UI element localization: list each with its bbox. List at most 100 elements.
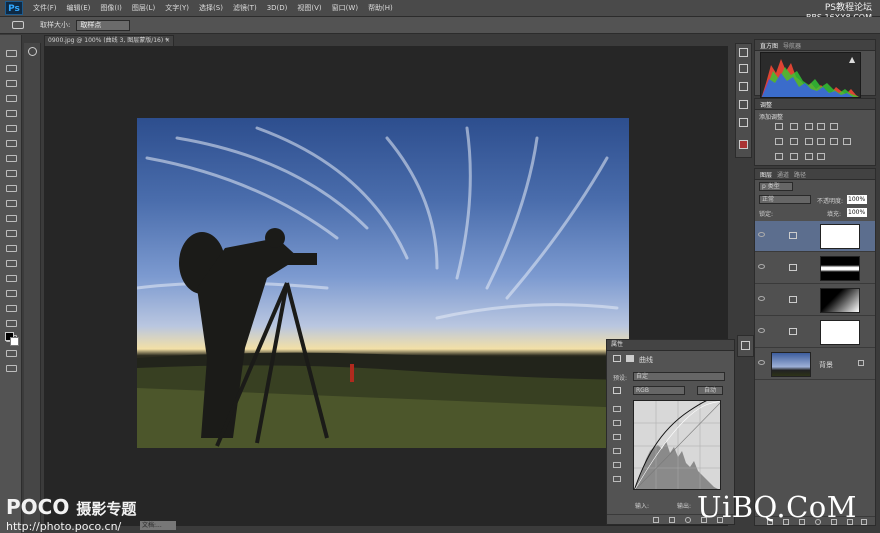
eyedropper-tool-icon[interactable] xyxy=(12,21,24,29)
posterize-icon[interactable] xyxy=(790,153,798,160)
visibility-eye-icon[interactable] xyxy=(758,264,765,269)
menu-image[interactable]: 图像(I) xyxy=(100,3,122,13)
lasso-tool-icon[interactable] xyxy=(6,80,17,87)
levels-icon[interactable] xyxy=(790,123,798,130)
tab-paths[interactable]: 路径 xyxy=(794,170,806,179)
tab-adjustments[interactable]: 调整 xyxy=(760,100,772,109)
tab-navigator[interactable]: 导航器 xyxy=(783,41,801,50)
hue-saturation-icon[interactable] xyxy=(790,138,798,145)
pen-tool-icon[interactable] xyxy=(6,260,17,267)
layer-mask-thumbnail[interactable] xyxy=(820,288,860,313)
background-color-swatch[interactable] xyxy=(10,337,19,346)
tool-preset-icon[interactable] xyxy=(739,140,748,149)
move-tool-icon[interactable] xyxy=(6,50,17,57)
close-icon[interactable]: × xyxy=(165,36,170,46)
tab-histogram[interactable]: 直方图 xyxy=(760,41,778,50)
edit-points-icon[interactable] xyxy=(613,462,621,468)
opacity-input[interactable]: 100% xyxy=(847,195,867,204)
quick-mask-icon[interactable] xyxy=(6,350,17,357)
visibility-eye-icon[interactable] xyxy=(758,232,765,237)
menu-3d[interactable]: 3D(D) xyxy=(267,4,288,12)
layer-background[interactable]: 背景 xyxy=(755,349,875,380)
white-point-eyedropper-icon[interactable] xyxy=(613,448,621,454)
preset-select[interactable]: 自定 xyxy=(633,372,725,381)
layer-curves-2[interactable] xyxy=(755,253,875,284)
info-icon[interactable] xyxy=(28,47,37,56)
history-icon[interactable] xyxy=(739,48,748,57)
tab-channels[interactable]: 通道 xyxy=(777,170,789,179)
tab-layers[interactable]: 图层 xyxy=(760,170,772,179)
background-thumbnail[interactable] xyxy=(771,352,811,377)
curves-icon[interactable] xyxy=(805,123,813,130)
quick-select-tool-icon[interactable] xyxy=(6,95,17,102)
threshold-icon[interactable] xyxy=(805,153,813,160)
eyedropper-icon[interactable] xyxy=(6,125,17,132)
draw-curve-icon[interactable] xyxy=(613,476,621,482)
layer-levels[interactable] xyxy=(755,317,875,348)
path-select-icon[interactable] xyxy=(6,290,17,297)
selective-color-icon[interactable] xyxy=(817,153,825,160)
vibrance-icon[interactable] xyxy=(775,138,783,145)
menu-help[interactable]: 帮助(H) xyxy=(368,3,393,13)
channel-mixer-icon[interactable] xyxy=(843,138,851,145)
black-white-icon[interactable] xyxy=(817,138,825,145)
blend-mode-select[interactable]: 正常 xyxy=(759,195,811,204)
view-previous-icon[interactable] xyxy=(669,517,675,523)
sample-size-select[interactable]: 取样点 xyxy=(76,19,131,31)
eyedropper-sample-icon[interactable] xyxy=(613,387,621,394)
gradient-map-icon[interactable] xyxy=(830,123,838,130)
visibility-eye-icon[interactable] xyxy=(758,328,765,333)
menu-edit[interactable]: 编辑(E) xyxy=(67,3,91,13)
hand-tool-icon[interactable] xyxy=(6,320,17,327)
gray-point-eyedropper-icon[interactable] xyxy=(613,434,621,440)
exposure-icon[interactable] xyxy=(817,123,825,130)
document-tab[interactable]: 0900.jpg @ 100% (曲线 3, 图层蒙版/16) * × xyxy=(44,35,174,46)
gradient-tool-icon[interactable] xyxy=(6,215,17,222)
brightness-icon[interactable] xyxy=(775,123,783,130)
blur-tool-icon[interactable] xyxy=(6,230,17,237)
healing-brush-icon[interactable] xyxy=(6,140,17,147)
menu-select[interactable]: 选择(S) xyxy=(199,3,223,13)
auto-button[interactable]: 自动 xyxy=(697,386,723,395)
black-point-eyedropper-icon[interactable] xyxy=(613,420,621,426)
dodge-tool-icon[interactable] xyxy=(6,245,17,252)
properties-icon[interactable] xyxy=(741,341,750,350)
clone-source-icon[interactable] xyxy=(739,100,748,109)
history-brush-icon[interactable] xyxy=(6,185,17,192)
menu-type[interactable]: 文字(Y) xyxy=(165,3,189,13)
menu-view[interactable]: 视图(V) xyxy=(297,3,321,13)
menu-filter[interactable]: 滤镜(T) xyxy=(233,3,257,13)
marquee-tool-icon[interactable] xyxy=(6,65,17,72)
crop-tool-icon[interactable] xyxy=(6,110,17,117)
brush-preset-icon[interactable] xyxy=(739,82,748,91)
mask-icon[interactable] xyxy=(626,355,634,362)
layer-mask-thumbnail[interactable] xyxy=(820,224,860,249)
invert-icon[interactable] xyxy=(775,153,783,160)
menu-window[interactable]: 窗口(W) xyxy=(332,3,358,13)
reset-icon[interactable] xyxy=(685,517,691,523)
visibility-eye-icon[interactable] xyxy=(758,360,765,365)
eraser-tool-icon[interactable] xyxy=(6,200,17,207)
brush-tool-icon[interactable] xyxy=(6,155,17,162)
layer-mask-thumbnail[interactable] xyxy=(820,320,860,345)
layer-kind-filter[interactable]: p 类型 xyxy=(759,182,793,191)
menu-layer[interactable]: 图层(L) xyxy=(132,3,155,13)
menu-file[interactable]: 文件(F) xyxy=(33,3,57,13)
clip-to-layer-icon[interactable] xyxy=(653,517,659,523)
channel-select[interactable]: RGB xyxy=(633,386,685,395)
on-image-adjust-icon[interactable] xyxy=(613,406,621,412)
color-balance-icon[interactable] xyxy=(805,138,813,145)
actions-icon[interactable] xyxy=(739,64,748,73)
visibility-eye-icon[interactable] xyxy=(758,296,765,301)
type-tool-icon[interactable] xyxy=(6,275,17,282)
fill-input[interactable]: 100% xyxy=(847,208,867,217)
shape-tool-icon[interactable] xyxy=(6,305,17,312)
layer-mask-thumbnail[interactable] xyxy=(820,256,860,281)
layer-curves-3[interactable] xyxy=(755,221,875,252)
document-photo[interactable] xyxy=(137,118,629,448)
stamp-tool-icon[interactable] xyxy=(6,170,17,177)
curves-graph[interactable] xyxy=(633,400,721,490)
screen-mode-icon[interactable] xyxy=(6,365,17,372)
paragraph-icon[interactable] xyxy=(739,118,748,127)
photo-filter-icon[interactable] xyxy=(830,138,838,145)
